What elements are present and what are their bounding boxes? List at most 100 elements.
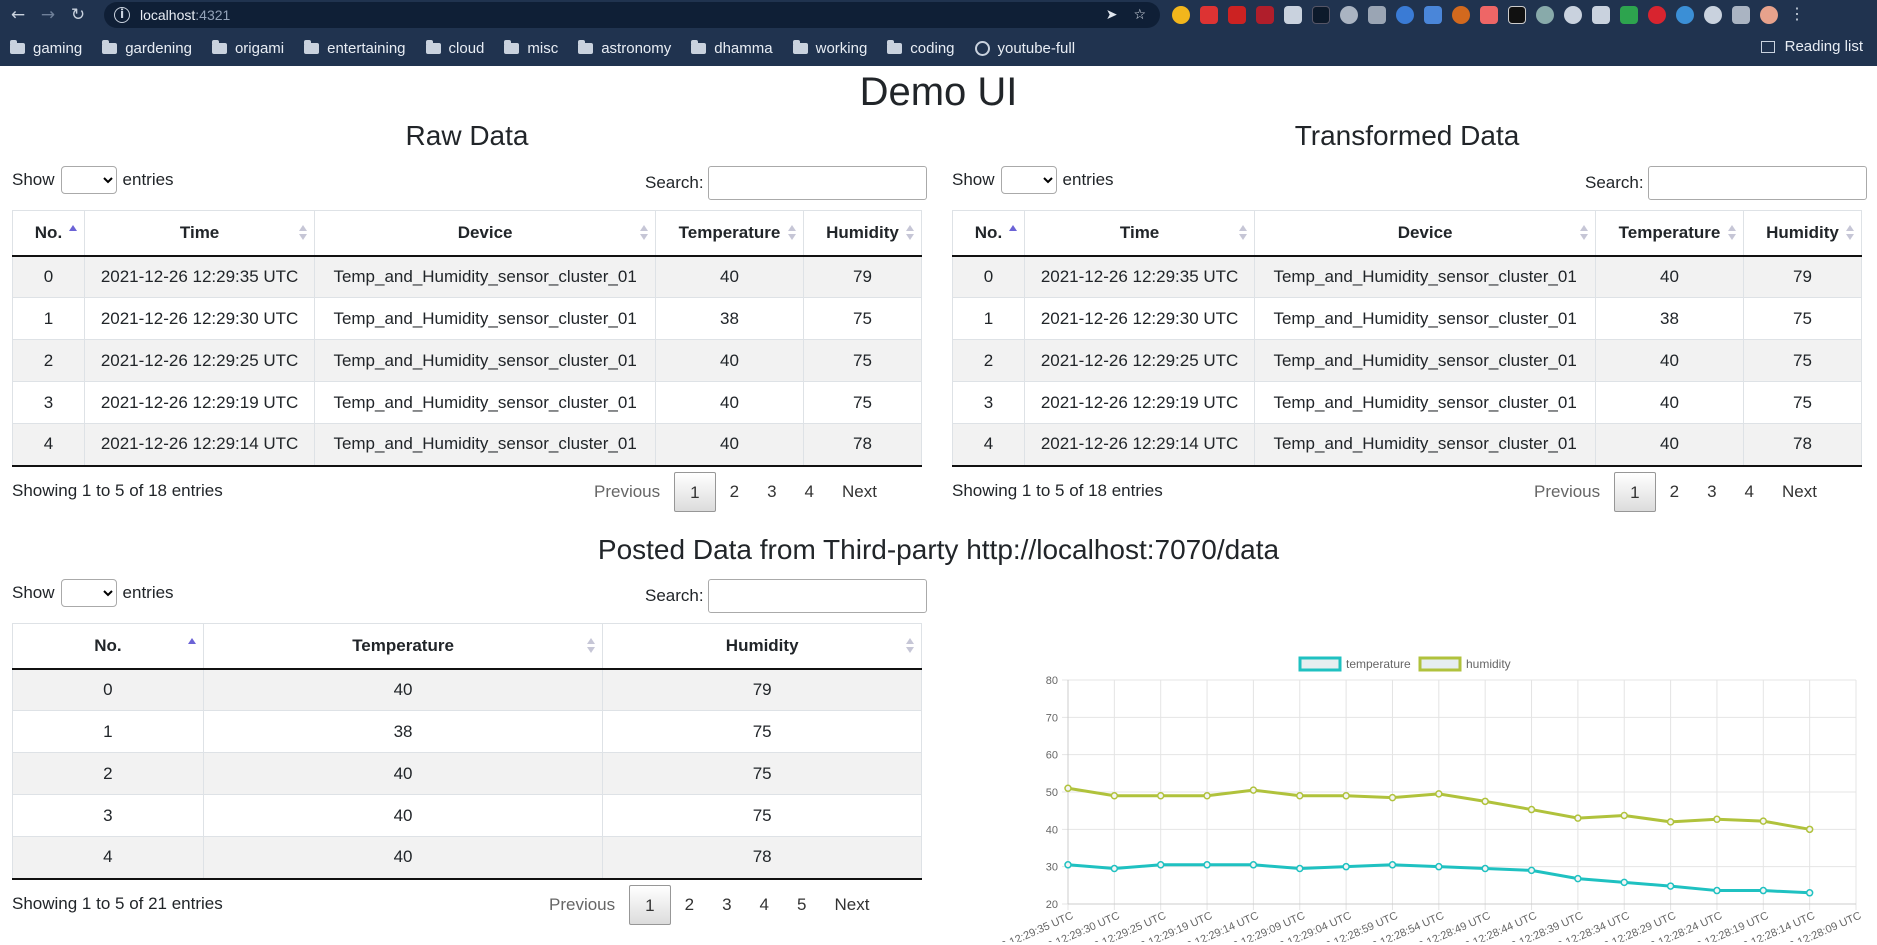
extension-icon[interactable] [1368, 6, 1386, 24]
column-header-temperature[interactable]: Temperature [202, 623, 604, 670]
extension-icon[interactable] [1340, 6, 1358, 24]
page-button[interactable]: 1 [674, 472, 716, 512]
page-button[interactable]: 1 [1614, 472, 1656, 512]
page-button[interactable]: 4 [746, 885, 783, 925]
temperature-humidity-line-chart: 203040506070802021-12-26 12:29:35 UTC202… [954, 656, 1863, 942]
previous-page-button[interactable]: Previous [580, 472, 674, 512]
extension-icon[interactable] [1480, 6, 1498, 24]
column-header-temperature[interactable]: Temperature [1595, 210, 1744, 257]
raw-search-input[interactable] [707, 166, 927, 200]
extension-icon[interactable] [1256, 6, 1274, 24]
bookmark-folder[interactable]: gaming [10, 39, 82, 57]
column-header-device[interactable]: Device [1254, 210, 1597, 257]
table-header-row: No. Temperature Humidity [12, 623, 922, 670]
page-button[interactable]: 3 [708, 885, 745, 925]
table-header-row: No. Time Device Temperature Humidity [952, 210, 1863, 257]
url-host: localhost [140, 7, 196, 23]
next-page-button[interactable]: Next [1768, 472, 1831, 512]
page-button[interactable]: 2 [716, 472, 753, 512]
sort-icon [906, 225, 914, 241]
humidity-legend-label: humidity [1466, 657, 1511, 671]
extension-icon[interactable] [1172, 6, 1190, 24]
bookmark-folder[interactable]: dhamma [691, 39, 773, 57]
y-tick-label: 30 [1046, 862, 1058, 874]
bookmark-star-icon[interactable]: ☆ [1133, 7, 1146, 23]
reading-list-button[interactable]: Reading list [1760, 38, 1863, 55]
extension-icon[interactable] [1648, 6, 1666, 24]
temperature-data-point [1110, 864, 1119, 873]
page-button[interactable]: 3 [1693, 472, 1730, 512]
humidity-data-point [1388, 793, 1397, 802]
column-header-no[interactable]: No. [952, 210, 1025, 257]
search-extension-icon[interactable] [1704, 6, 1722, 24]
menu-kebab-icon[interactable]: ⋮ [1788, 6, 1806, 24]
extension-icon[interactable] [1396, 6, 1414, 24]
column-header-time[interactable]: Time [83, 210, 316, 257]
transformed-search-input[interactable] [1647, 166, 1867, 200]
column-header-humidity[interactable]: Humidity [602, 623, 922, 670]
posted-search-input[interactable] [707, 579, 927, 613]
page-button[interactable]: 5 [783, 885, 820, 925]
folder-icon [504, 39, 520, 54]
column-header-device[interactable]: Device [314, 210, 657, 257]
raw-entries-select[interactable] [60, 166, 117, 194]
page-button[interactable]: 4 [791, 472, 828, 512]
column-header-humidity[interactable]: Humidity [1742, 210, 1863, 257]
bookmark-folder[interactable]: working [792, 39, 867, 57]
reload-icon[interactable]: ↻ [66, 5, 90, 25]
extension-icon[interactable] [1564, 6, 1582, 24]
temperature-data-point [1620, 878, 1628, 887]
column-header-no[interactable]: No. [12, 623, 204, 670]
bookmark-folder[interactable]: coding [887, 39, 955, 57]
humidity-data-point [1342, 791, 1350, 800]
extension-icon[interactable] [1200, 6, 1218, 24]
extension-icon[interactable] [1284, 6, 1302, 24]
extension-icon[interactable] [1424, 6, 1442, 24]
extension-icon[interactable] [1312, 6, 1330, 24]
page-button[interactable]: 2 [671, 885, 708, 925]
next-page-button[interactable]: Next [828, 472, 891, 512]
previous-page-button[interactable]: Previous [1520, 472, 1614, 512]
extension-icon[interactable] [1536, 6, 1554, 24]
bookmark-folder[interactable]: cloud [425, 39, 484, 57]
temperature-data-point [1481, 864, 1489, 873]
humidity-data-point [1435, 790, 1443, 798]
extension-icon[interactable] [1592, 6, 1610, 24]
send-icon[interactable]: ➤ [1106, 7, 1118, 23]
bookmark-folder[interactable]: misc [504, 39, 558, 57]
extension-icon[interactable] [1228, 6, 1246, 24]
column-header-no[interactable]: No. [12, 210, 85, 257]
posted-entries-select[interactable] [60, 579, 117, 607]
column-header-time[interactable]: Time [1023, 210, 1256, 257]
bookmark-folder[interactable]: origami [211, 39, 284, 57]
bookmark-page[interactable]: youtube-full [974, 40, 1075, 57]
bookmark-folder[interactable]: entertaining [304, 39, 406, 57]
page-button[interactable]: 3 [753, 472, 790, 512]
extension-icon[interactable] [1676, 6, 1694, 24]
profile-avatar[interactable] [1760, 6, 1778, 24]
column-header-humidity[interactable]: Humidity [802, 210, 923, 257]
raw-pagination: Previous 1 2 3 4 Next [580, 472, 891, 512]
transformed-table-info: Showing 1 to 5 of 18 entries [952, 481, 1163, 500]
extension-icon[interactable] [1508, 6, 1526, 24]
transformed-entries-select[interactable] [1000, 166, 1057, 194]
next-page-button[interactable]: Next [820, 885, 883, 925]
bookmark-folder[interactable]: astronomy [578, 39, 671, 57]
bookmarks-bar: gaming gardening origami entertaining cl… [0, 30, 1877, 66]
bookmark-folder[interactable]: gardening [102, 39, 192, 57]
address-bar[interactable]: i localhost:4321 ➤ ☆ [104, 2, 1160, 28]
page-button[interactable]: 1 [629, 885, 671, 925]
column-header-temperature[interactable]: Temperature [655, 210, 804, 257]
puzzle-icon[interactable] [1732, 6, 1750, 24]
browser-toolbar: ← → ↻ i localhost:4321 ➤ ☆ ⋮ [0, 0, 1877, 30]
previous-page-button[interactable]: Previous [535, 885, 629, 925]
forward-arrow-icon[interactable]: → [36, 5, 60, 25]
folder-icon [887, 39, 903, 54]
extension-icon[interactable] [1452, 6, 1470, 24]
back-arrow-icon[interactable]: ← [6, 5, 30, 25]
page-button[interactable]: 2 [1656, 472, 1693, 512]
extension-icon[interactable] [1620, 6, 1638, 24]
sort-icon [1846, 225, 1854, 241]
site-info-icon[interactable]: i [114, 7, 130, 23]
page-button[interactable]: 4 [1731, 472, 1768, 512]
